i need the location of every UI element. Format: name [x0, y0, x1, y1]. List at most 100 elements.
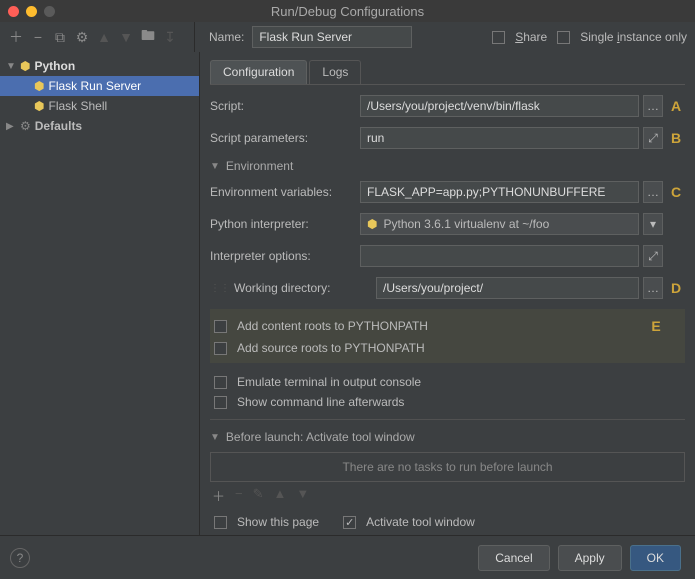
- move-task-down-button[interactable]: ▼: [296, 486, 309, 505]
- collapse-arrow-icon: ▶: [6, 121, 16, 132]
- tree-node-label: Flask Run Server: [48, 79, 141, 93]
- window-title: Run/Debug Configurations: [8, 4, 687, 19]
- show-cmdline-label: Show command line afterwards: [237, 395, 404, 409]
- titlebar: Run/Debug Configurations: [0, 0, 695, 22]
- config-tree: ▼ ⬢ Python ⬢ Flask Run Server ⬢ Flask Sh…: [0, 52, 200, 535]
- remove-config-button[interactable]: −: [30, 29, 46, 45]
- script-browse-button[interactable]: …: [643, 95, 663, 117]
- drag-grip-icon: ⋮⋮: [210, 283, 230, 294]
- ok-button[interactable]: OK: [630, 545, 681, 571]
- add-content-roots-label: Add content roots to PYTHONPATH: [237, 319, 428, 333]
- before-launch-toolbar: ＋ − ✎ ▲ ▼: [210, 482, 685, 509]
- tab-logs[interactable]: Logs: [309, 60, 361, 84]
- env-vars-input[interactable]: [360, 181, 639, 203]
- cancel-button[interactable]: Cancel: [478, 545, 549, 571]
- settings-icon[interactable]: ⚙: [74, 29, 90, 45]
- move-down-button[interactable]: ▼: [118, 29, 134, 45]
- share-checkbox[interactable]: [492, 31, 505, 44]
- gear-icon: ⚙: [20, 119, 31, 133]
- environment-section-label: Environment: [226, 159, 293, 173]
- env-vars-browse-button[interactable]: …: [643, 181, 663, 203]
- add-content-roots-checkbox[interactable]: [214, 320, 227, 333]
- tab-configuration[interactable]: Configuration: [210, 60, 307, 84]
- tree-node-label: Python: [34, 59, 75, 73]
- script-params-expand-button[interactable]: ⤢: [643, 127, 663, 149]
- help-button[interactable]: ?: [10, 548, 30, 568]
- working-dir-input[interactable]: [376, 277, 639, 299]
- single-instance-checkbox[interactable]: [557, 31, 570, 44]
- tree-node-label: Flask Shell: [48, 99, 107, 113]
- config-toolbar: ＋ − ⧉ ⚙ ▲ ▼ 🖿 ↧ Name: SSharehare Single …: [0, 22, 695, 52]
- script-params-label: Script parameters:: [210, 131, 360, 145]
- edit-task-button[interactable]: ✎: [253, 486, 264, 505]
- show-this-page-checkbox[interactable]: [214, 516, 227, 529]
- show-this-page-label: Show this page: [237, 515, 319, 529]
- working-dir-browse-button[interactable]: …: [643, 277, 663, 299]
- tree-node-flask-shell[interactable]: ⬢ Flask Shell: [0, 96, 199, 116]
- script-input[interactable]: [360, 95, 639, 117]
- add-task-button[interactable]: ＋: [212, 486, 225, 505]
- config-name-input[interactable]: [252, 26, 412, 48]
- expand-arrow-icon: ▼: [6, 61, 16, 72]
- interpreter-opts-input[interactable]: [360, 245, 639, 267]
- environment-section-header[interactable]: ▼ Environment: [210, 159, 685, 173]
- python-icon: ⬢: [34, 79, 44, 93]
- minimize-window-button[interactable]: [26, 6, 37, 17]
- python-icon: ⬢: [34, 99, 44, 113]
- emulate-terminal-label: Emulate terminal in output console: [237, 375, 421, 389]
- close-window-button[interactable]: [8, 6, 19, 17]
- chevron-down-icon: ▼: [210, 161, 220, 172]
- interpreter-dropdown-button[interactable]: ▾: [643, 213, 663, 235]
- chevron-down-icon: ▼: [210, 432, 220, 443]
- share-label: SSharehare: [515, 30, 547, 44]
- folder-icon[interactable]: 🖿: [140, 29, 156, 45]
- show-cmdline-checkbox[interactable]: [214, 396, 227, 409]
- toolbar-divider: [194, 22, 195, 52]
- add-source-roots-label: Add source roots to PYTHONPATH: [237, 341, 425, 355]
- callout-a: A: [667, 97, 685, 115]
- working-dir-label: Working directory:: [234, 281, 376, 295]
- interpreter-opts-label: Interpreter options:: [210, 249, 360, 263]
- emulate-terminal-checkbox[interactable]: [214, 376, 227, 389]
- env-vars-label: Environment variables:: [210, 185, 360, 199]
- python-icon: ⬢: [367, 217, 377, 231]
- callout-c: C: [667, 183, 685, 201]
- tree-node-defaults[interactable]: ▶ ⚙ Defaults: [0, 116, 199, 136]
- interpreter-dropdown[interactable]: ⬢ Python 3.6.1 virtualenv at ~/foo: [360, 213, 639, 235]
- before-launch-label: Before launch: Activate tool window: [226, 430, 415, 444]
- apply-button[interactable]: Apply: [558, 545, 622, 571]
- name-label: Name:: [209, 30, 244, 44]
- interpreter-opts-expand-button[interactable]: ⤢: [643, 245, 663, 267]
- script-label: Script:: [210, 99, 360, 113]
- zoom-window-button[interactable]: [44, 6, 55, 17]
- activate-tool-window-label: Activate tool window: [366, 515, 475, 529]
- copy-config-button[interactable]: ⧉: [52, 29, 68, 45]
- script-params-input[interactable]: [360, 127, 639, 149]
- before-launch-tasks-empty: There are no tasks to run before launch: [210, 452, 685, 482]
- window-controls: [8, 6, 55, 17]
- tree-node-flask-run-server[interactable]: ⬢ Flask Run Server: [0, 76, 199, 96]
- sort-icon[interactable]: ↧: [162, 29, 178, 45]
- single-instance-label: Single instance only: [580, 30, 687, 44]
- add-config-button[interactable]: ＋: [8, 29, 24, 45]
- python-icon: ⬢: [20, 59, 30, 73]
- pythonpath-group-highlight: Add content roots to PYTHONPATH E Add so…: [210, 309, 685, 363]
- interpreter-label: Python interpreter:: [210, 217, 360, 231]
- callout-e: E: [647, 317, 665, 335]
- config-tabs: Configuration Logs: [210, 60, 685, 85]
- before-launch-empty-text: There are no tasks to run before launch: [342, 460, 552, 474]
- move-up-button[interactable]: ▲: [96, 29, 112, 45]
- callout-b: B: [667, 129, 685, 147]
- interpreter-value: Python 3.6.1 virtualenv at ~/foo: [383, 217, 549, 231]
- move-task-up-button[interactable]: ▲: [274, 486, 287, 505]
- add-source-roots-checkbox[interactable]: [214, 342, 227, 355]
- activate-tool-window-checkbox[interactable]: [343, 516, 356, 529]
- callout-d: D: [667, 279, 685, 297]
- config-panel: Configuration Logs Script: … A Script pa…: [200, 52, 695, 535]
- section-separator: [210, 419, 685, 420]
- dialog-footer: ? Cancel Apply OK: [0, 535, 695, 579]
- before-launch-header[interactable]: ▼ Before launch: Activate tool window: [210, 430, 685, 444]
- remove-task-button[interactable]: −: [235, 486, 243, 505]
- tree-node-python[interactable]: ▼ ⬢ Python: [0, 56, 199, 76]
- tree-node-label: Defaults: [35, 119, 82, 133]
